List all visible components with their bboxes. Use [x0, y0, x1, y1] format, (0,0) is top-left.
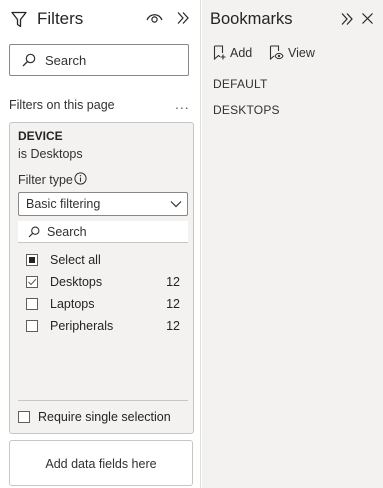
filters-pane: Filters Search Filters on this page ... …	[0, 0, 201, 488]
section-label: Filters on this page	[9, 98, 115, 112]
option-label: Peripherals	[50, 319, 114, 333]
search-placeholder: Search	[47, 225, 87, 239]
collapse-bookmarks-icon[interactable]	[340, 12, 354, 26]
divider	[18, 400, 188, 401]
bookmarks-title: Bookmarks	[210, 10, 293, 28]
more-options-button[interactable]: ...	[175, 96, 190, 112]
require-single-checkbox[interactable]	[18, 411, 30, 423]
search-icon	[28, 226, 40, 238]
filter-option-row[interactable]: Desktops 12	[18, 273, 188, 293]
filter-option-row[interactable]: Laptops 12	[18, 295, 188, 315]
search-placeholder: Search	[45, 53, 87, 68]
eye-icon[interactable]	[146, 11, 163, 25]
option-checkbox[interactable]	[26, 320, 38, 332]
collapse-filters-icon[interactable]	[176, 11, 190, 25]
add-bookmark-label[interactable]: Add	[230, 46, 252, 60]
chevron-down-icon	[170, 200, 182, 208]
option-label: Laptops	[50, 297, 95, 311]
option-count: 12	[166, 275, 180, 289]
filter-type-value: Basic filtering	[26, 197, 101, 211]
close-icon[interactable]	[361, 12, 374, 25]
search-icon	[22, 53, 36, 67]
filters-title: Filters	[37, 9, 84, 28]
filter-card-title: DEVICE	[18, 129, 63, 143]
filter-icon	[11, 11, 27, 28]
add-data-fields-label: Add data fields here	[45, 457, 157, 471]
indeterminate-mark	[29, 257, 35, 263]
option-count: 12	[166, 319, 180, 333]
filter-values-search-input[interactable]: Search	[18, 221, 188, 243]
require-single-label: Require single selection	[38, 410, 171, 424]
select-all-row[interactable]: Select all	[18, 251, 188, 271]
option-checkbox[interactable]	[26, 298, 38, 310]
select-all-label: Select all	[50, 253, 101, 267]
bookmark-item[interactable]: DESKTOPS	[213, 103, 280, 117]
bookmark-item[interactable]: DEFAULT	[213, 77, 268, 91]
filter-card-condition: is Desktops	[18, 147, 83, 161]
add-data-fields-dropzone[interactable]: Add data fields here	[9, 440, 193, 486]
option-count: 12	[166, 297, 180, 311]
add-bookmark-button[interactable]	[213, 45, 226, 60]
option-checkbox-checked[interactable]	[26, 276, 38, 288]
bookmarks-pane: Bookmarks Add View DEFAULT DESKTOPS	[202, 0, 383, 488]
filter-option-row[interactable]: Peripherals 12	[18, 317, 188, 337]
option-label: Desktops	[50, 275, 103, 289]
view-bookmark-button[interactable]	[269, 45, 284, 60]
select-all-checkbox[interactable]	[26, 254, 38, 266]
filter-type-select[interactable]: Basic filtering	[18, 192, 188, 216]
filter-type-label: Filter type	[18, 173, 73, 187]
view-bookmark-label[interactable]: View	[288, 46, 315, 60]
filter-card-device[interactable]: DEVICE is Desktops Filter type Basic fil…	[9, 122, 194, 434]
info-icon[interactable]	[74, 172, 87, 185]
filters-search-input[interactable]: Search	[9, 44, 189, 76]
